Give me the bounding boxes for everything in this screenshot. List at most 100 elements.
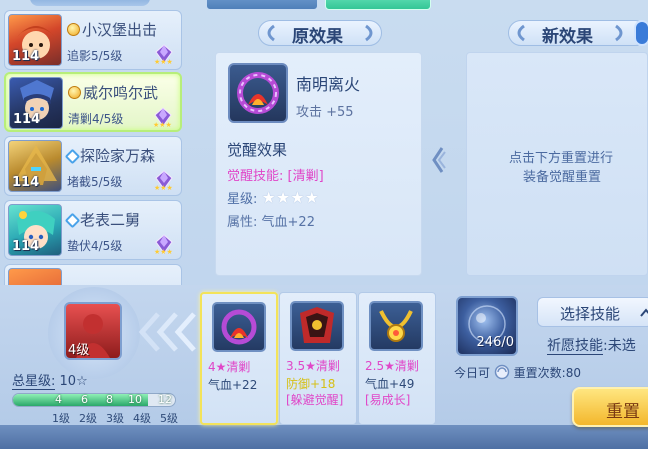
scroll-ornament-icon — [365, 24, 373, 42]
equipment-card[interactable]: 2.5★清剿 气血+49 [易成长] — [358, 292, 436, 425]
reset-button[interactable]: 重置 — [572, 387, 648, 427]
equipment-attr: 气血+22 — [208, 378, 258, 392]
hero-name: 探险家万森 — [64, 145, 155, 166]
awaken-skill-row: 觉醒技能: [清剿] — [227, 169, 324, 184]
hero-name: 威尔鸣尔武 — [68, 82, 158, 103]
gold-necklace-icon — [379, 310, 413, 342]
hero-name: 老表二舅 — [64, 209, 140, 230]
bottom-strip — [0, 425, 648, 449]
equipment-star: 2.5★清剿 — [365, 359, 419, 373]
hero-level: 114 — [12, 49, 40, 64]
gem-icon: ★★★ — [154, 170, 173, 191]
new-effect-hint-line2: 装备觉醒重置 — [523, 170, 602, 185]
current-item-level: 4级 — [68, 343, 90, 358]
svg-text:★★★: ★★★ — [154, 248, 173, 255]
equipment-extra: [易成长] — [365, 393, 411, 407]
hero-name: 小汉堡出击 — [67, 19, 157, 40]
chevron-up-icon — [640, 308, 648, 317]
spin-icon — [494, 364, 510, 380]
hero-avatar: 114 — [9, 77, 63, 129]
hero-card[interactable]: 114 威尔鸣尔武 清剿4/5级 ★★★ — [4, 72, 182, 132]
arrow-left-icon — [432, 147, 446, 173]
gem-icon: ★★★ — [154, 234, 173, 255]
new-effect-hint-line1: 点击下方重置进行 — [509, 151, 614, 166]
equipment-attr: 防御+18 — [286, 377, 336, 391]
equipment-star: 4★清剿 — [208, 360, 251, 374]
hero-skill: 蛰伏4/5级 — [67, 239, 123, 253]
skill-orb-slot[interactable]: 246/0 — [456, 296, 518, 356]
item-name: 南明离火 — [296, 75, 361, 94]
star-row: 星级: ★★★★ — [227, 188, 319, 207]
original-effect-panel: 南明离火 攻击 +55 觉醒效果 觉醒技能: [清剿] 星级: ★★★★ 属性:… — [215, 52, 422, 276]
hero-skill: 堵截5/5级 — [67, 175, 123, 189]
gem-icon: ★★★ — [153, 107, 172, 128]
reset-count-row: 今日可 重置次数:80 — [454, 364, 581, 380]
gold-mark-icon — [68, 86, 81, 99]
hero-avatar: 114 — [8, 14, 62, 66]
new-effect-panel: 点击下方重置进行 装备觉醒重置 — [466, 52, 648, 276]
progress-tick: 10 — [128, 393, 142, 406]
star-rating: ★★★★ — [261, 188, 319, 207]
svg-text:★★★: ★★★ — [154, 58, 173, 65]
svg-text:★★★: ★★★ — [153, 121, 172, 128]
hero-list-header — [30, 0, 150, 6]
scroll-ornament-icon — [267, 24, 275, 42]
flame-bracelet-icon — [221, 309, 257, 345]
equipment-icon — [290, 301, 344, 351]
progress-level: 2级 — [79, 412, 97, 425]
hero-card-partial[interactable] — [4, 264, 182, 285]
hero-level: 114 — [13, 112, 41, 127]
progress-tick: 12 — [158, 393, 172, 406]
progress-tick: 8 — [106, 393, 113, 406]
diamond-mark-icon — [64, 212, 81, 229]
hero-skill: 清剿4/5级 — [68, 112, 124, 126]
attr-row: 属性: 气血+22 — [227, 215, 315, 230]
dragon-armor-icon — [300, 307, 334, 343]
total-star: 总星级: 10☆ — [12, 374, 88, 390]
diamond-mark-icon — [64, 148, 81, 165]
hero-avatar — [8, 268, 62, 285]
arrow-chevrons-icon — [138, 312, 196, 352]
equipment-attr: 气血+49 — [365, 377, 415, 391]
hero-level: 114 — [12, 239, 40, 254]
awaken-section-title: 觉醒效果 — [227, 141, 288, 159]
equipment-icon — [212, 302, 266, 352]
equipment-icon — [369, 301, 423, 351]
tab-button-left[interactable] — [206, 0, 318, 10]
hero-card[interactable]: 114 探险家万森 堵截5/5级 ★★★ — [4, 136, 182, 196]
select-skill-button[interactable]: 选择技能 — [537, 297, 648, 327]
hero-skill: 追影5/5级 — [67, 49, 123, 63]
panel-edge-icon — [634, 20, 648, 46]
new-title: 新效果 — [542, 27, 593, 47]
progress-tick: 6 — [81, 393, 88, 406]
equipment-card[interactable]: 3.5★清剿 防御+18 [躲避觉醒] — [279, 292, 357, 425]
equipment-star: 3.5★清剿 — [286, 359, 340, 373]
hero-card[interactable]: 114 老表二舅 蛰伏4/5级 ★★★ — [4, 200, 182, 260]
tab-button-right[interactable] — [325, 0, 431, 10]
wish-skill-row[interactable]: 祈愿技能:未选 — [547, 335, 636, 355]
scroll-ornament-icon — [517, 24, 525, 42]
flame-bracelet-icon — [237, 72, 279, 114]
equipment-card[interactable]: 4★清剿 气血+22 — [200, 292, 278, 425]
skill-count: 246/0 — [476, 335, 514, 350]
scroll-ornament-icon — [615, 24, 623, 42]
gold-mark-icon — [67, 23, 80, 36]
svg-text:★★★: ★★★ — [154, 184, 173, 191]
hero-list: 114 小汉堡出击 追影5/5级 ★★★ 114 威尔鸣尔武 清剿4/5级 ★★… — [0, 0, 184, 285]
progress-tick: 4 — [55, 393, 62, 406]
progress-level: 5级 — [160, 412, 178, 425]
hero-avatar: 114 — [8, 140, 62, 192]
hero-card[interactable]: 114 小汉堡出击 追影5/5级 ★★★ — [4, 10, 182, 70]
hero-level: 114 — [12, 175, 40, 190]
hero-avatar: 114 — [8, 204, 62, 256]
original-title: 原效果 — [292, 27, 343, 47]
gem-icon: ★★★ — [154, 44, 173, 65]
progress-level: 1级 — [52, 412, 70, 425]
progress-level: 3级 — [106, 412, 124, 425]
equipment-icon — [228, 63, 288, 123]
equipment-extra: [躲避觉醒] — [286, 393, 344, 407]
current-item-slot[interactable]: 4级 — [64, 302, 122, 360]
item-stat: 攻击 +55 — [296, 105, 354, 120]
star-progress-bar — [12, 393, 176, 407]
progress-level: 4级 — [133, 412, 151, 425]
